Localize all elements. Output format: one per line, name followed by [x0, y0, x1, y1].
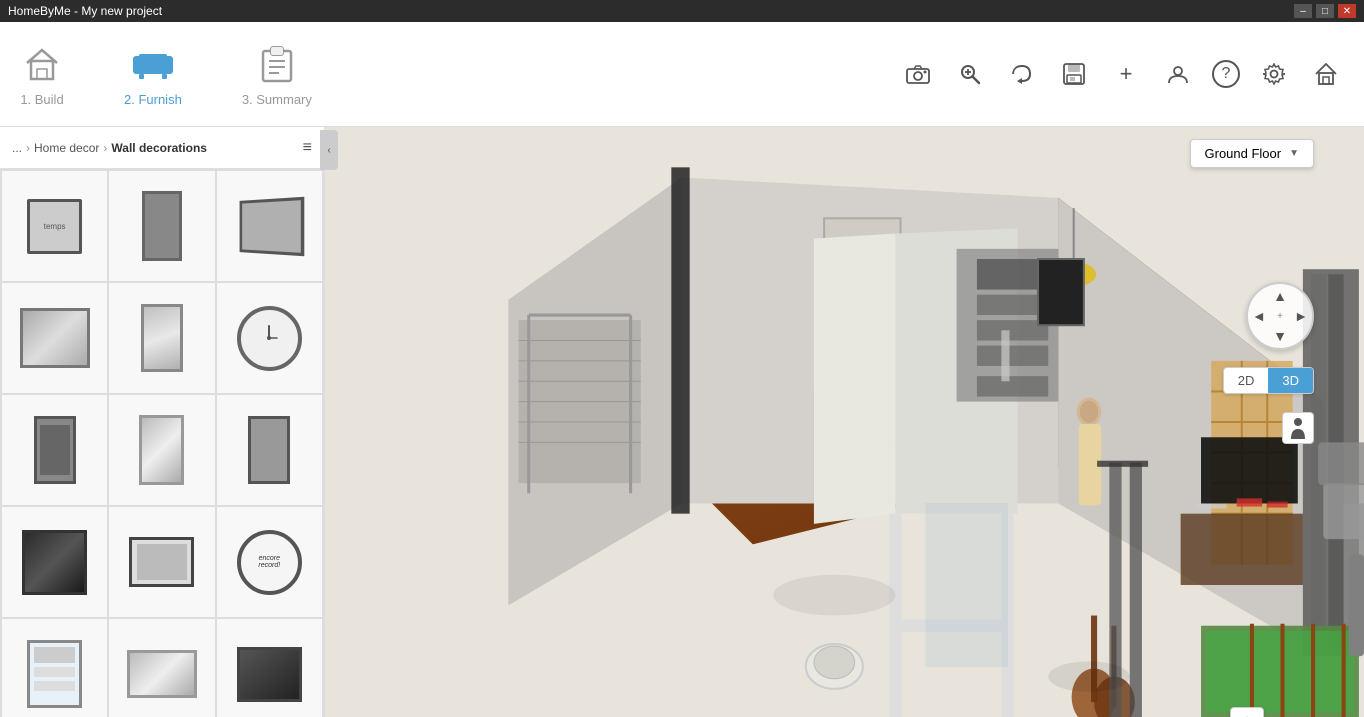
save-icon[interactable] [1056, 56, 1092, 92]
nav-left-button[interactable]: ◄ [1252, 308, 1266, 324]
floor-chevron-icon: ▼ [1289, 148, 1299, 159]
title-bar: HomeByMe - My new project – □ ✕ [0, 0, 1364, 22]
list-item[interactable] [217, 395, 322, 505]
breadcrumb-category[interactable]: Home decor [34, 141, 99, 155]
nav-up-button[interactable]: ▲ [1273, 288, 1287, 304]
room-svg [325, 127, 1364, 717]
list-item[interactable]: temps [2, 171, 107, 281]
breadcrumb-dots[interactable]: ... [12, 141, 22, 155]
list-item[interactable] [109, 619, 214, 717]
undo-icon[interactable] [1004, 56, 1040, 92]
sidebar: ... › Home decor › Wall decorations ≡ te… [0, 127, 325, 717]
list-item[interactable] [2, 395, 107, 505]
close-button[interactable]: ✕ [1338, 4, 1356, 18]
home-nav-icon[interactable] [1308, 56, 1344, 92]
list-item[interactable] [2, 619, 107, 717]
nav-down-button[interactable]: ▼ [1273, 328, 1287, 344]
maximize-button[interactable]: □ [1316, 4, 1334, 18]
3d-view-button[interactable]: 3D [1268, 368, 1313, 393]
list-item[interactable] [109, 283, 214, 393]
list-item[interactable] [217, 171, 322, 281]
list-item[interactable] [217, 619, 322, 717]
step-furnish[interactable]: 2. Furnish [124, 42, 182, 107]
app-container: 1. Build 2. Furnish [0, 22, 1364, 717]
step-build-label: 1. Build [20, 92, 63, 107]
toolbar: 1. Build 2. Furnish [0, 22, 1364, 127]
camera-icon[interactable] [900, 56, 936, 92]
build-icon [20, 42, 64, 86]
minimize-button[interactable]: – [1294, 4, 1312, 18]
nav-circle: ▲ ◄ + ► ▼ [1246, 282, 1314, 350]
step-furnish-label: 2. Furnish [124, 92, 182, 107]
list-item[interactable] [109, 395, 214, 505]
zoom-in-button[interactable]: + [1231, 708, 1263, 717]
step-build[interactable]: 1. Build [20, 42, 64, 107]
zoom-search-icon[interactable] [952, 56, 988, 92]
view-toggle: 2D 3D [1223, 367, 1314, 394]
item-grid: temps [0, 169, 324, 717]
canvas-area: Ground Floor ▼ ▲ ◄ + ► ▼ 2D 3D [325, 127, 1364, 717]
help-icon[interactable]: ? [1212, 60, 1240, 88]
list-view-icon[interactable]: ≡ [303, 139, 312, 157]
step-summary-label: 3. Summary [242, 92, 312, 107]
navigation-controls: ▲ ◄ + ► ▼ [1246, 282, 1314, 350]
content-area: ... › Home decor › Wall decorations ≡ te… [0, 127, 1364, 717]
breadcrumb-current: Wall decorations [111, 141, 207, 155]
summary-icon [255, 42, 299, 86]
breadcrumb: ... › Home decor › Wall decorations ≡ [0, 127, 324, 169]
list-item[interactable] [2, 283, 107, 393]
step-summary[interactable]: 3. Summary [242, 42, 312, 107]
list-item[interactable] [109, 507, 214, 617]
room-view [325, 127, 1364, 717]
floor-selector[interactable]: Ground Floor ▼ [1190, 139, 1315, 168]
right-toolbar: + ? [900, 56, 1344, 92]
floor-label: Ground Floor [1205, 146, 1282, 161]
nav-right-button[interactable]: ► [1294, 308, 1308, 324]
zoom-controls: + − [1230, 707, 1264, 717]
person-view-button[interactable] [1282, 412, 1314, 444]
sidebar-toggle-button[interactable]: ‹ [320, 130, 338, 170]
window-controls: – □ ✕ [1294, 4, 1356, 18]
nav-center: + [1277, 311, 1283, 322]
list-item[interactable] [109, 171, 214, 281]
add-icon[interactable]: + [1108, 56, 1144, 92]
list-item[interactable]: encorerecord! [217, 507, 322, 617]
list-item[interactable] [2, 507, 107, 617]
gear-icon[interactable] [1256, 56, 1292, 92]
account-icon[interactable] [1160, 56, 1196, 92]
furnish-icon [131, 42, 175, 86]
list-item[interactable] [217, 283, 322, 393]
2d-view-button[interactable]: 2D [1224, 368, 1269, 393]
app-title: HomeByMe - My new project [8, 4, 162, 18]
zoom-area: + − [1282, 412, 1314, 448]
